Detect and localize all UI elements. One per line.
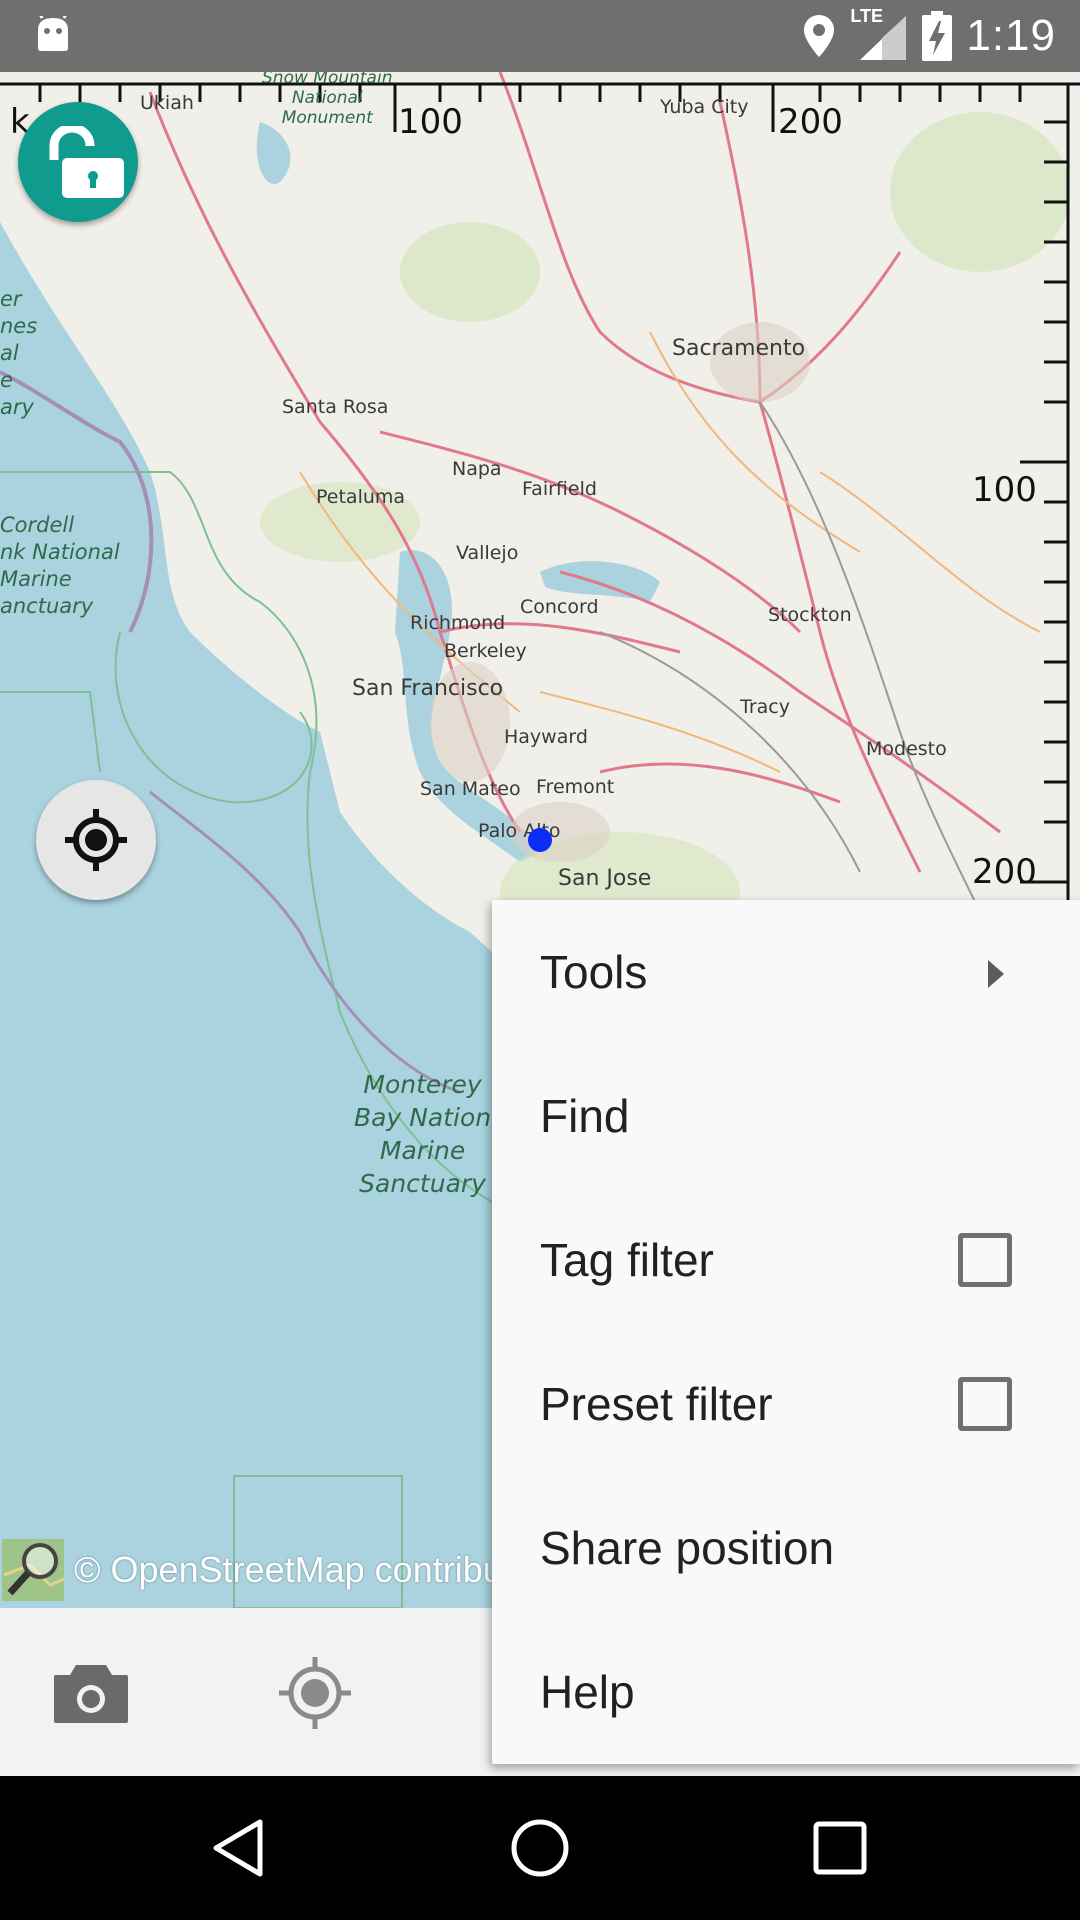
map-label-stockton: Stockton — [768, 604, 852, 626]
map-label-petaluma: Petaluma — [316, 486, 406, 508]
menu-item-tag-filter[interactable]: Tag filter — [492, 1188, 1080, 1332]
menu-item-help[interactable]: Help — [492, 1620, 1080, 1764]
overflow-menu: Tools Find Tag filter Preset filter Shar… — [492, 900, 1080, 1764]
gps-icon — [279, 1657, 351, 1729]
map-label-cordell-sanctuary: Cordell nk National Marine anctuary — [0, 513, 120, 618]
home-icon — [511, 1819, 569, 1877]
lock-button[interactable] — [18, 102, 138, 222]
map-label-napa: Napa — [452, 458, 502, 480]
scale-label-top-100: 100 — [398, 102, 463, 142]
menu-item-label: Preset filter — [540, 1378, 773, 1430]
follow-position-button[interactable] — [36, 780, 156, 900]
menu-item-label: Tools — [540, 946, 648, 998]
attribution-text: © OpenStreetMap contribu — [74, 1549, 503, 1590]
map-label-hayward: Hayward — [504, 726, 588, 748]
recents-icon — [813, 1821, 867, 1875]
menu-item-share-position[interactable]: Share position — [492, 1476, 1080, 1620]
map-label-modesto: Modesto — [866, 738, 947, 760]
menu-item-label: Find — [540, 1090, 630, 1142]
battery-charging-icon — [922, 11, 953, 61]
location-pin-icon — [804, 15, 835, 57]
submenu-arrow-icon — [988, 960, 1004, 988]
map-label-tracy: Tracy — [740, 696, 790, 718]
gps-crosshair-icon — [65, 809, 127, 871]
camera-button[interactable] — [46, 1648, 136, 1738]
map-label-vallejo: Vallejo — [456, 542, 519, 564]
scale-label-right-200: 200 — [972, 852, 1037, 892]
map-label-fairfield: Fairfield — [522, 478, 597, 500]
status-time: 1:19 — [966, 11, 1056, 60]
scale-label-right-100: 100 — [972, 470, 1037, 510]
back-icon — [213, 1819, 263, 1877]
back-button[interactable] — [190, 1798, 290, 1898]
map-label-santa-rosa: Santa Rosa — [282, 396, 389, 418]
menu-item-preset-filter[interactable]: Preset filter — [492, 1332, 1080, 1476]
map-label-concord: Concord — [520, 596, 599, 618]
map-label-san-jose: San Jose — [558, 866, 652, 891]
map-label-sacramento: Sacramento — [672, 336, 806, 361]
map-label-yuba-city: Yuba City — [660, 96, 749, 118]
preset-filter-checkbox[interactable] — [958, 1377, 1012, 1431]
map-label-ukiah: Ukiah — [140, 92, 194, 114]
map-attribution[interactable]: © OpenStreetMap contribu — [0, 1532, 503, 1608]
menu-item-find[interactable]: Find — [492, 1044, 1080, 1188]
system-nav-bar — [0, 1776, 1080, 1920]
map-label-monterey-sanctuary: Monterey Bay Nation Marine Sanctuary — [354, 1070, 492, 1198]
map-label-berkeley: Berkeley — [444, 640, 527, 662]
recents-button[interactable] — [790, 1798, 890, 1898]
status-bar: LTE 1:19 — [0, 0, 1080, 72]
android-icon — [38, 16, 68, 51]
map-label-fremont: Fremont — [536, 776, 615, 798]
menu-item-label: Help — [540, 1666, 635, 1718]
home-button[interactable] — [490, 1798, 590, 1898]
tag-filter-checkbox[interactable] — [958, 1233, 1012, 1287]
signal-icon: LTE — [850, 6, 908, 62]
camera-icon — [54, 1665, 128, 1723]
unlock-icon — [49, 126, 124, 198]
menu-item-label: Share position — [540, 1522, 835, 1574]
map-label-san-mateo: San Mateo — [420, 778, 521, 800]
osm-magnifier-icon — [2, 1539, 65, 1601]
map-label-richmond: Richmond — [410, 612, 506, 634]
map-label-snow-mountain: Snow Mountain National Monument — [262, 72, 393, 128]
map-label-edge-sanctuary: er nes al e ary — [0, 287, 38, 419]
menu-item-label: Tag filter — [540, 1234, 714, 1286]
scale-label-top-200: 200 — [778, 102, 843, 142]
gps-button[interactable] — [270, 1648, 360, 1738]
menu-item-tools[interactable]: Tools — [492, 900, 1080, 1044]
current-position-marker — [528, 828, 552, 852]
map-label-san-francisco: San Francisco — [352, 676, 504, 701]
